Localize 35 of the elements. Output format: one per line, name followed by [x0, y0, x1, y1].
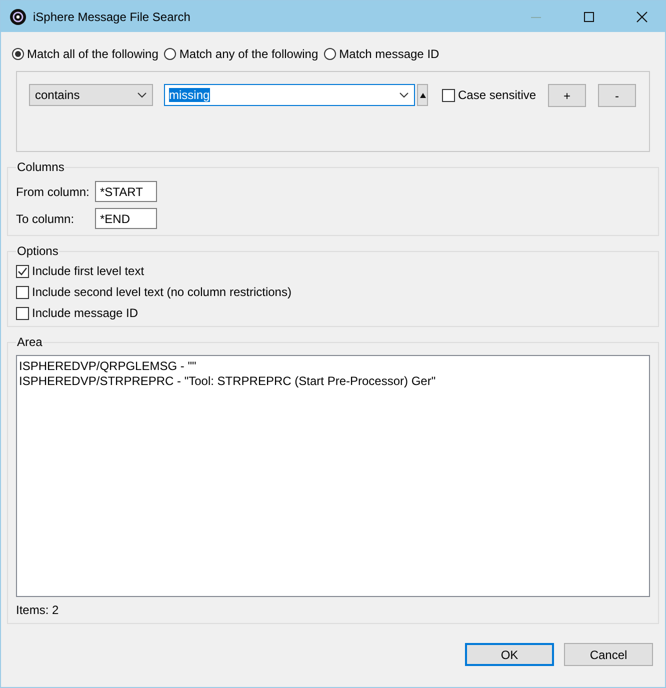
field-label: From column:: [16, 184, 90, 198]
scroll-up-button[interactable]: [417, 84, 428, 106]
group-title: Options: [16, 244, 60, 258]
radio-circle-icon[interactable]: [12, 48, 24, 60]
dialog-button[interactable]: Cancel: [564, 643, 653, 666]
window-title: iSphere Message File Search: [33, 10, 190, 24]
match-mode-radio[interactable]: Match any of the following: [164, 47, 318, 61]
chevron-down-icon: [137, 92, 147, 98]
option-checkbox[interactable]: Include second level text (no column restrictions): [16, 285, 654, 299]
group-title: Area: [16, 335, 44, 349]
chevron-down-icon: [399, 92, 409, 98]
option-checkbox[interactable]: Include message ID: [16, 306, 654, 320]
checkmark-icon: [17, 266, 28, 276]
item-count: Items: 2: [16, 603, 60, 617]
operator-dropdown[interactable]: contains: [29, 84, 153, 106]
group-title: Columns: [16, 160, 66, 174]
add-button[interactable]: +: [548, 84, 586, 107]
search-value-field[interactable]: missing: [164, 84, 415, 106]
column-input-field[interactable]: *START: [95, 181, 157, 202]
list-item[interactable]: ISPHEREDVP/QRPGLEMSG - "": [19, 359, 647, 374]
close-icon[interactable]: [636, 10, 648, 22]
maximize-icon[interactable]: [583, 10, 595, 22]
disc-icon: [10, 8, 26, 24]
radio-circle-icon[interactable]: [324, 48, 336, 60]
triangle-up-icon: [420, 92, 426, 98]
remove-button[interactable]: -: [598, 84, 636, 107]
match-mode-radio[interactable]: Match message ID: [324, 47, 440, 61]
field-label: To column:: [16, 212, 76, 226]
case-sensitive-checkbox[interactable]: Case sensitive: [442, 84, 536, 106]
list-item[interactable]: ISPHEREDVP/STRPREPRC - "Tool: STRPREPRC (Start Pre-Processor) Ger": [19, 374, 647, 389]
dialog-button[interactable]: OK: [465, 643, 554, 666]
match-mode-radio[interactable]: Match all of the following: [12, 47, 158, 61]
radio-circle-icon[interactable]: [164, 48, 176, 60]
option-checkbox[interactable]: Include first level text: [16, 264, 654, 278]
column-input-field[interactable]: *END: [95, 208, 157, 229]
